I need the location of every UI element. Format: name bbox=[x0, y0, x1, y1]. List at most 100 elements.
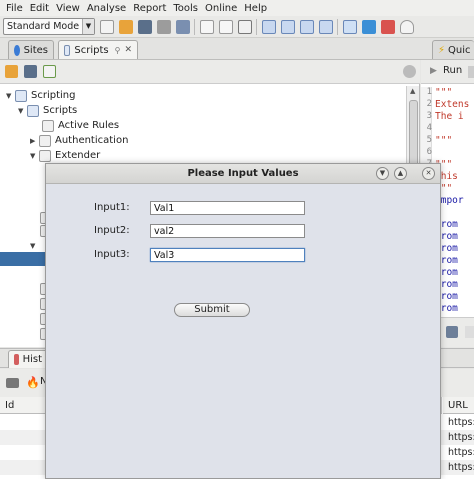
input1-field[interactable] bbox=[150, 201, 305, 215]
tab-sites[interactable]: Sites bbox=[8, 40, 54, 59]
stop-icon[interactable] bbox=[468, 66, 474, 78]
line-number: 4 bbox=[426, 123, 432, 133]
play-icon[interactable]: ▶ bbox=[430, 66, 437, 76]
menu-view[interactable]: View bbox=[56, 3, 80, 14]
collapse-icon[interactable]: ▼ bbox=[30, 242, 39, 250]
menu-help[interactable]: Help bbox=[244, 3, 267, 14]
menu-file[interactable]: File bbox=[6, 3, 23, 14]
filter-icon[interactable] bbox=[6, 378, 19, 388]
toolbar-divider bbox=[337, 18, 338, 35]
layout-tabs-icon[interactable] bbox=[262, 19, 276, 34]
run-button[interactable]: Run bbox=[443, 65, 462, 76]
lightning-icon: ⚡ bbox=[438, 44, 446, 56]
show-tabs-icon[interactable] bbox=[343, 19, 357, 34]
save-icon[interactable] bbox=[138, 19, 152, 34]
tree-node-extender[interactable]: ▼ Extender bbox=[30, 148, 100, 163]
user-icon bbox=[39, 134, 51, 147]
line-number: 3 bbox=[426, 111, 432, 121]
extensions-icon[interactable] bbox=[362, 19, 376, 34]
input2-label: Input2: bbox=[94, 225, 130, 236]
layout-split-icon[interactable] bbox=[281, 19, 295, 34]
flame-icon[interactable]: 🔥 bbox=[26, 376, 40, 389]
close-icon[interactable]: ✕ bbox=[124, 45, 132, 55]
input1-label: Input1: bbox=[94, 202, 130, 213]
input2-field[interactable] bbox=[150, 224, 305, 238]
code-line: """ bbox=[435, 87, 453, 98]
workspace-tabs: Sites Scripts ⚲ ✕ ⚡ Quic bbox=[0, 38, 474, 60]
layout-horizontal-icon[interactable] bbox=[319, 19, 333, 34]
tree-node-authentication[interactable]: ▶ Authentication bbox=[30, 133, 128, 148]
pin-icon[interactable]: ⚲ bbox=[115, 46, 121, 55]
input3-field[interactable] bbox=[150, 248, 305, 262]
layout-vertical-icon[interactable] bbox=[300, 19, 314, 34]
scripts-toolbar bbox=[0, 60, 420, 84]
new-script-icon[interactable] bbox=[43, 65, 56, 78]
tree-node-collapsed[interactable]: ▼ bbox=[30, 238, 39, 253]
scroll-up-icon[interactable]: ▲ bbox=[410, 87, 415, 95]
url-cell: https:/ bbox=[448, 432, 474, 443]
mode-select-value: Standard Mode bbox=[7, 21, 80, 32]
code-line: The i bbox=[435, 111, 464, 122]
expand-icon[interactable]: ▶ bbox=[30, 137, 39, 145]
main-toolbar: Standard Mode ▼ bbox=[0, 16, 474, 38]
tree-node-label: Scripting bbox=[31, 90, 76, 101]
options-icon[interactable] bbox=[200, 19, 214, 34]
mode-select[interactable]: Standard Mode ▼ bbox=[3, 18, 95, 35]
url-cell: https:/ bbox=[448, 462, 474, 473]
folder-icon bbox=[15, 89, 27, 102]
dialog-titlebar[interactable]: Please Input Values ▼ ▲ ✕ bbox=[46, 164, 440, 184]
line-number: 1 bbox=[426, 87, 432, 97]
url-cell: https:/ bbox=[448, 447, 474, 458]
tree-node-label: Authentication bbox=[55, 135, 129, 146]
open-folder-icon[interactable] bbox=[119, 19, 133, 34]
close-tab-icon[interactable] bbox=[219, 19, 233, 34]
load-script-icon[interactable] bbox=[5, 65, 18, 78]
menu-tools[interactable]: Tools bbox=[173, 3, 198, 14]
tab-history[interactable]: Hist bbox=[8, 350, 48, 368]
menu-edit[interactable]: Edit bbox=[30, 3, 49, 14]
tab-scripts[interactable]: Scripts ⚲ ✕ bbox=[58, 40, 138, 59]
tree-node-active-rules[interactable]: Active Rules bbox=[42, 118, 119, 133]
tree-node-label: Scripts bbox=[43, 105, 78, 116]
new-session-icon[interactable] bbox=[100, 19, 114, 34]
brush-icon[interactable] bbox=[446, 326, 458, 338]
maximize-icon[interactable]: ▲ bbox=[394, 167, 407, 180]
collapse-icon[interactable]: ▼ bbox=[30, 152, 39, 160]
tab-scripts-label: Scripts bbox=[74, 44, 109, 56]
lightbulb-icon[interactable] bbox=[400, 19, 414, 34]
close-icon[interactable]: ✕ bbox=[422, 167, 435, 180]
collapse-icon[interactable]: ▼ bbox=[18, 107, 27, 115]
minimize-icon[interactable]: ▼ bbox=[376, 167, 389, 180]
gear-icon[interactable] bbox=[403, 65, 416, 78]
toolbar-divider bbox=[194, 18, 195, 35]
folder-icon bbox=[27, 104, 39, 117]
menu-analyse[interactable]: Analyse bbox=[87, 3, 126, 14]
menu-online[interactable]: Online bbox=[205, 3, 237, 14]
tab-quick-start[interactable]: ⚡ Quic bbox=[432, 40, 474, 59]
save-script-icon[interactable] bbox=[24, 65, 37, 78]
console-toolbar: ▶ Run bbox=[421, 60, 474, 84]
line-number: 6 bbox=[426, 147, 432, 157]
tree-node-label: Active Rules bbox=[58, 120, 120, 131]
code-line: """ bbox=[435, 135, 453, 146]
scroll-icon bbox=[64, 44, 71, 56]
column-header-url[interactable]: URL bbox=[443, 397, 474, 414]
menu-report[interactable]: Report bbox=[133, 3, 166, 14]
tab-history-label: Hist bbox=[22, 354, 42, 365]
tree-node-scripts[interactable]: ▼ Scripts bbox=[18, 103, 77, 118]
clear-icon[interactable] bbox=[465, 326, 474, 338]
selected-tree-row[interactable] bbox=[0, 252, 46, 266]
chevron-down-icon: ▼ bbox=[82, 19, 94, 34]
globe-icon bbox=[14, 44, 20, 56]
calendar-icon bbox=[14, 354, 19, 365]
collapse-icon[interactable]: ▼ bbox=[6, 92, 15, 100]
url-cell: https:/ bbox=[448, 417, 474, 428]
code-line: Extens bbox=[435, 99, 470, 110]
tree-node-scripting[interactable]: ▼ Scripting bbox=[6, 88, 75, 103]
properties-icon[interactable] bbox=[176, 19, 190, 34]
snapshot-icon[interactable] bbox=[157, 19, 171, 34]
addons-icon[interactable] bbox=[381, 19, 395, 34]
submit-button[interactable]: Submit bbox=[174, 303, 250, 317]
tree-node-label: Extender bbox=[55, 150, 101, 161]
layout-full-icon[interactable] bbox=[238, 19, 252, 34]
